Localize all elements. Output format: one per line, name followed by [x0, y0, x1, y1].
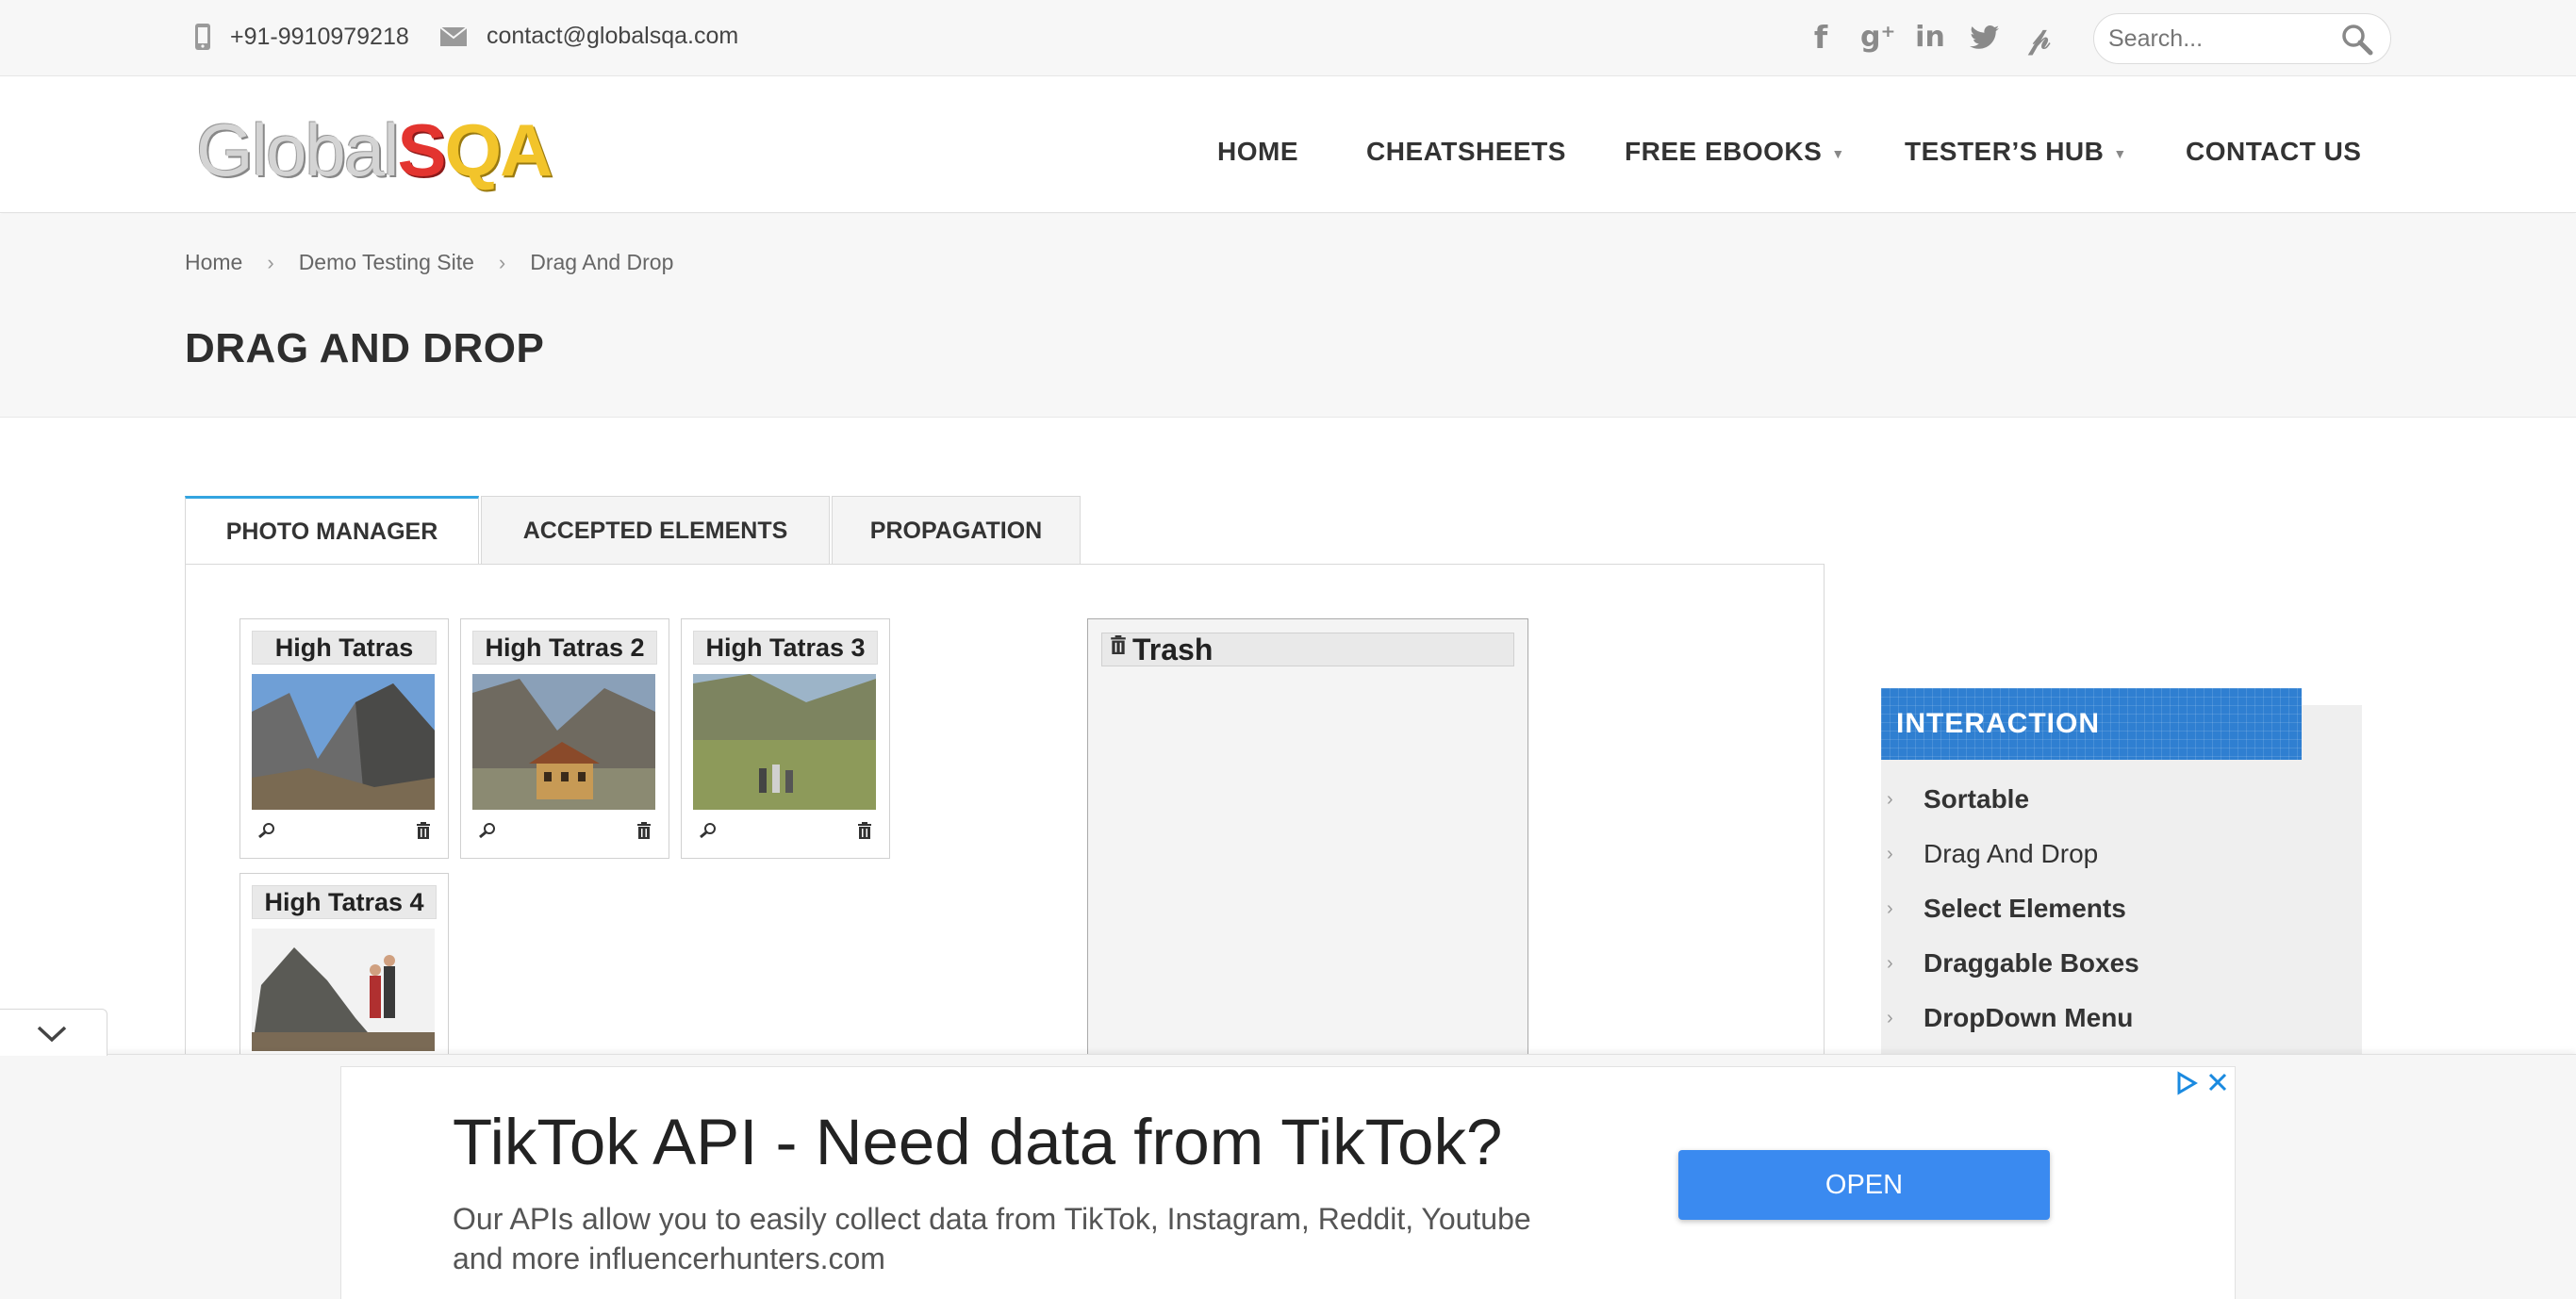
page-title-area: Home › Demo Testing Site › Drag And Drop…: [0, 214, 2576, 418]
adchoices-icon[interactable]: [2174, 1071, 2199, 1095]
search-input[interactable]: [2108, 24, 2335, 54]
breadcrumb-current: Drag And Drop: [530, 250, 674, 274]
logo-text-s: S: [397, 108, 446, 191]
gallery-item-tools: [252, 814, 437, 843]
ad-headline[interactable]: TikTok API - Need data from TikTok?: [453, 1105, 1502, 1179]
gallery-item-tools: [693, 814, 878, 843]
nav-cheatsheets[interactable]: CHEATSHEETS: [1366, 137, 1566, 167]
trash-header: Trash: [1101, 633, 1514, 666]
chevron-right-icon: ›: [1887, 788, 1893, 810]
trash-drop-zone[interactable]: Trash: [1087, 618, 1528, 1090]
phone-icon: [195, 24, 210, 50]
sidebar-interaction: INTERACTION › Sortable › Drag And Drop › Se…: [1881, 688, 2362, 1092]
sidebar-item-dropdown-menu[interactable]: › DropDown Menu: [1881, 999, 2133, 1037]
pinterest-icon[interactable]: 𝓅: [2024, 21, 2055, 55]
sidebar-item-drag-and-drop[interactable]: › Drag And Drop: [1881, 835, 2098, 873]
facebook-icon[interactable]: f: [1806, 21, 1836, 55]
email-address[interactable]: contact@globalsqa.com: [487, 23, 738, 50]
gallery-item[interactable]: High Tatras 3: [681, 618, 890, 859]
photo-hikers-valley: [693, 674, 876, 810]
trash-icon[interactable]: [416, 822, 431, 839]
breadcrumb: Home › Demo Testing Site › Drag And Drop: [185, 250, 673, 275]
logo-text-global: Global: [196, 108, 399, 191]
chevron-right-icon: ›: [267, 250, 274, 274]
zoom-icon[interactable]: [257, 822, 276, 839]
sidebar-item-draggable-boxes[interactable]: › Draggable Boxes: [1881, 945, 2139, 982]
gallery-item-tools: [472, 814, 657, 843]
ad-open-button[interactable]: OPEN: [1678, 1150, 2050, 1220]
photo-mountains: [252, 674, 435, 810]
sidebar-item-sortable[interactable]: › Sortable: [1881, 781, 2029, 818]
photo-climbers: [252, 929, 435, 1051]
chevron-right-icon: ›: [1887, 897, 1893, 919]
chevron-down-icon: ▼: [2113, 145, 2127, 161]
google-plus-icon[interactable]: g⁺: [1860, 21, 1895, 55]
logo-text-qa: QA: [444, 108, 553, 191]
tab-photo-manager[interactable]: PHOTO MANAGER: [185, 496, 479, 566]
chevron-right-icon: ›: [1887, 1007, 1893, 1028]
gallery-item-title: High Tatras 3: [693, 631, 878, 665]
close-icon[interactable]: [2206, 1071, 2229, 1093]
breadcrumb-demo-testing-site[interactable]: Demo Testing Site: [299, 250, 474, 275]
ad-collapse-button[interactable]: [0, 1009, 107, 1056]
top-bar: +91-9910979218 contact@globalsqa.com f g…: [0, 0, 2576, 76]
chevron-down-icon: [37, 1026, 67, 1043]
search-box: [2093, 13, 2391, 64]
search-icon[interactable]: [2341, 24, 2373, 56]
trash-icon[interactable]: [636, 822, 652, 839]
nav-contact-us[interactable]: CONTACT US: [2186, 137, 2361, 167]
nav-testers-hub[interactable]: TESTER’S HUB ▼: [1905, 137, 2127, 167]
chevron-right-icon: ›: [1887, 952, 1893, 974]
ad-banner-bar: TikTok API - Need data from TikTok? Our …: [0, 1054, 2576, 1299]
email-contact[interactable]: contact@globalsqa.com: [439, 23, 738, 50]
gallery-item-title: High Tatras 2: [472, 631, 657, 665]
sidebar-heading: INTERACTION: [1881, 688, 2302, 760]
page-title: DRAG AND DROP: [185, 325, 545, 371]
phone-number: +91-9910979218: [230, 23, 409, 50]
twitter-icon[interactable]: [1970, 21, 2000, 55]
gallery-item-title: High Tatras 4: [252, 885, 437, 919]
ad-banner[interactable]: TikTok API - Need data from TikTok? Our …: [340, 1066, 2236, 1299]
mail-icon: [439, 25, 468, 46]
gallery-item-title: High Tatras: [252, 631, 437, 665]
tab-propagation[interactable]: PROPAGATION: [832, 496, 1081, 565]
social-links: f g⁺ in 𝓅: [1806, 21, 2055, 56]
zoom-icon[interactable]: [699, 822, 718, 839]
site-header: GlobalSQA HOME CHEATSHEETS FREE EBOOKS ▼ …: [0, 76, 2576, 213]
trash-icon: [1111, 635, 1126, 654]
trash-title: Trash: [1132, 633, 1214, 666]
tab-accepted-elements[interactable]: ACCEPTED ELEMENTS: [481, 496, 830, 565]
nav-free-ebooks[interactable]: FREE EBOOKS ▼: [1625, 137, 1845, 167]
chevron-right-icon: ›: [498, 250, 506, 274]
nav-home[interactable]: HOME: [1217, 137, 1298, 167]
phone-contact: +91-9910979218: [194, 23, 409, 51]
zoom-icon[interactable]: [478, 822, 497, 839]
chevron-down-icon: ▼: [1831, 145, 1845, 161]
page: +91-9910979218 contact@globalsqa.com f g…: [0, 0, 2576, 1299]
breadcrumb-home[interactable]: Home: [185, 250, 242, 275]
gallery-item[interactable]: High Tatras: [239, 618, 449, 859]
chevron-right-icon: ›: [1887, 843, 1893, 864]
ad-body: Our APIs allow you to easily collect dat…: [453, 1202, 1531, 1275]
gallery-item[interactable]: High Tatras 2: [460, 618, 669, 859]
photo-chalet: [472, 674, 655, 810]
trash-icon[interactable]: [857, 822, 872, 839]
linkedin-icon[interactable]: in: [1915, 21, 1945, 55]
sidebar-item-select-elements[interactable]: › Select Elements: [1881, 890, 2126, 928]
site-logo[interactable]: GlobalSQA: [196, 112, 553, 188]
